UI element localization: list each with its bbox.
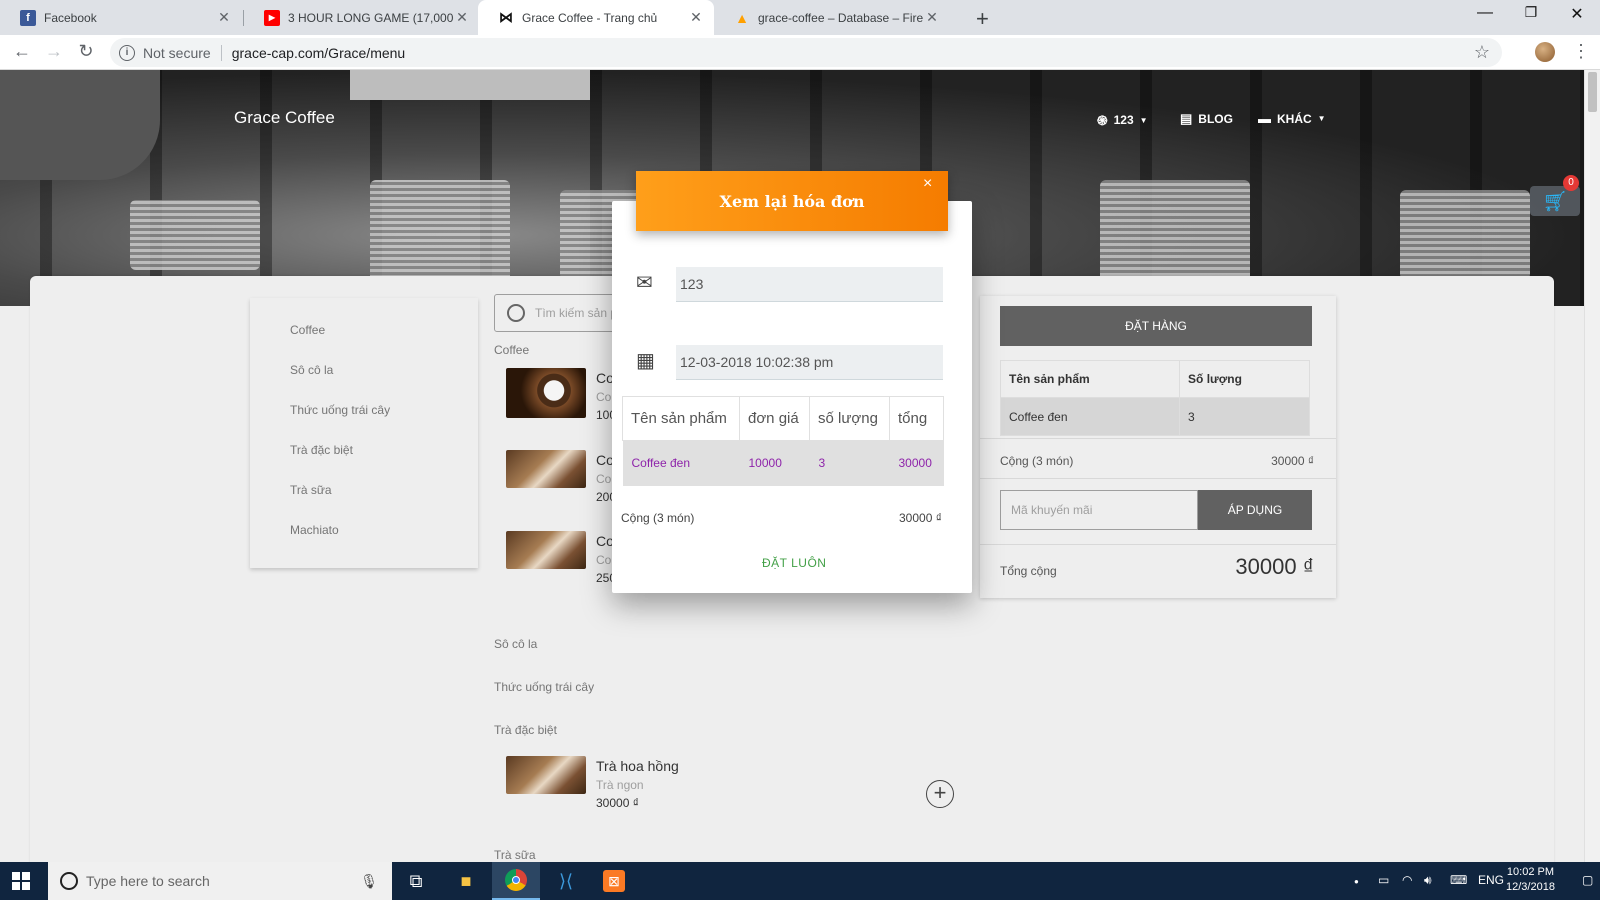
chrome-icon[interactable] <box>492 862 540 900</box>
dialog-title: Xem lại hóa đơn <box>636 171 948 231</box>
tab-firebase[interactable]: ▲ grace-coffee – Database – Fireba ✕ <box>714 0 950 35</box>
battery-icon[interactable]: ▭ <box>1378 873 1389 887</box>
tray-dot-icon: ● <box>1354 877 1359 886</box>
restore-button[interactable]: ❐ <box>1508 4 1554 21</box>
cortana-icon <box>60 872 78 890</box>
table-row: Coffee đen 10000 3 30000 <box>622 440 944 486</box>
windows-start-icon[interactable] <box>12 872 30 890</box>
tab-title: Facebook <box>44 10 97 25</box>
tab-close-icon[interactable]: ✕ <box>216 9 232 26</box>
tab-title: Grace Coffee - Trang chủ <box>522 10 658 25</box>
task-view-icon[interactable]: ⧉ <box>392 862 440 900</box>
invoice-table: Tên sản phẩm đơn giá số lượng tổng Coffe… <box>622 396 944 486</box>
profile-avatar[interactable] <box>1535 42 1555 62</box>
microphone-icon[interactable]: 🎙︎ <box>360 873 378 890</box>
url-text[interactable]: grace-cap.com/Grace/menu <box>232 45 406 61</box>
taskbar-search-box[interactable]: Type here to search 🎙︎ <box>48 862 392 900</box>
forward-button[interactable]: → <box>42 41 66 62</box>
file-explorer-icon[interactable]: ■ <box>442 862 490 900</box>
column-header: đơn giá <box>739 396 810 441</box>
invoice-quantity: 3 <box>809 440 890 486</box>
clock-date: 12/3/2018 <box>1506 881 1555 893</box>
page-scrollbar[interactable] <box>1584 70 1600 862</box>
close-window-button[interactable]: ✕ <box>1554 4 1600 24</box>
invoice-subtotal-label: Cộng (3 món) <box>621 511 695 525</box>
scrollbar-thumb[interactable] <box>1588 72 1597 112</box>
tab-facebook[interactable]: f Facebook ✕ <box>0 0 242 35</box>
tab-close-icon[interactable]: ✕ <box>454 9 470 26</box>
vscode-icon[interactable]: ⟩⟨ <box>542 862 590 900</box>
email-field[interactable]: 123 <box>676 267 943 302</box>
info-icon[interactable]: i <box>119 44 135 61</box>
invoice-line-total: 30000 <box>889 440 944 486</box>
web-page: Grace Coffee ֍ 123 ▼ ▤ BLOG ▬ KHÁC ▼ 🛒︎ … <box>0 70 1584 862</box>
youtube-icon: ▶ <box>264 9 280 26</box>
tab-title: 3 HOUR LONG GAME (17,000+ A <box>288 10 454 25</box>
bookmark-star-icon[interactable]: ☆ <box>1474 42 1490 63</box>
tab-close-icon[interactable]: ✕ <box>688 9 704 26</box>
keyboard-icon[interactable]: ⌨ <box>1450 873 1467 887</box>
notifications-icon[interactable]: ▢ <box>1582 873 1593 887</box>
taskbar-search-placeholder: Type here to search <box>86 873 210 889</box>
new-tab-button[interactable]: + <box>976 6 989 32</box>
browser-menu-icon[interactable]: ⋮ <box>1572 41 1590 62</box>
column-header: Tên sản phẩm <box>622 396 740 441</box>
tab-youtube[interactable]: ▶ 3 HOUR LONG GAME (17,000+ A ✕ <box>244 0 480 35</box>
column-header: số lượng <box>809 396 890 441</box>
invoice-subtotal-value: 30000 ₫ <box>899 511 942 525</box>
facebook-icon: f <box>20 9 36 26</box>
security-label: Not secure <box>143 44 211 61</box>
address-bar[interactable]: i Not secure grace-cap.com/Grace/menu ☆ <box>110 38 1502 67</box>
column-header: tổng <box>889 396 944 441</box>
close-icon[interactable]: × <box>923 175 932 193</box>
minimize-button[interactable]: — <box>1462 4 1508 22</box>
invoice-product-name: Coffee đen <box>622 440 740 486</box>
wifi-icon[interactable]: ◠ <box>1402 873 1412 887</box>
calendar-icon: ▦ <box>636 350 655 372</box>
windows-taskbar: Type here to search 🎙︎ ⧉ ■ ⟩⟨ ⊠ ● ▭ ◠ 🔊︎… <box>0 862 1600 900</box>
bowtie-icon: ⋈ <box>499 9 513 25</box>
divider <box>220 44 222 61</box>
datetime-field[interactable]: 12-03-2018 10:02:38 pm <box>676 345 943 380</box>
browser-toolbar: ← → ↻ i Not secure grace-cap.com/Grace/m… <box>0 35 1600 70</box>
tab-close-icon[interactable]: ✕ <box>924 9 940 26</box>
back-button[interactable]: ← <box>10 41 34 62</box>
tab-grace-coffee[interactable]: ⋈ Grace Coffee - Trang chủ ✕ <box>478 0 714 35</box>
tab-title: grace-coffee – Database – Fireba <box>758 10 924 25</box>
taskbar-clock[interactable]: 10:02 PM 12/3/2018 <box>1506 865 1555 895</box>
volume-icon[interactable]: 🔊︎ <box>1424 873 1432 888</box>
xampp-icon[interactable]: ⊠ <box>590 862 638 900</box>
modal-overlay: Xem lại hóa đơn × ✉ 123 ▦ 12-03-2018 10:… <box>0 70 1584 862</box>
confirm-order-button[interactable]: ĐẶT LUÔN <box>762 556 826 570</box>
firebase-icon: ▲ <box>735 9 749 26</box>
reload-button[interactable]: ↻ <box>74 41 98 62</box>
email-icon: ✉ <box>636 272 653 294</box>
language-indicator[interactable]: ENG <box>1478 873 1504 887</box>
browser-tab-strip: f Facebook ✕ ▶ 3 HOUR LONG GAME (17,000+… <box>0 0 1600 35</box>
invoice-unit-price: 10000 <box>739 440 810 486</box>
clock-time: 10:02 PM <box>1506 866 1555 878</box>
